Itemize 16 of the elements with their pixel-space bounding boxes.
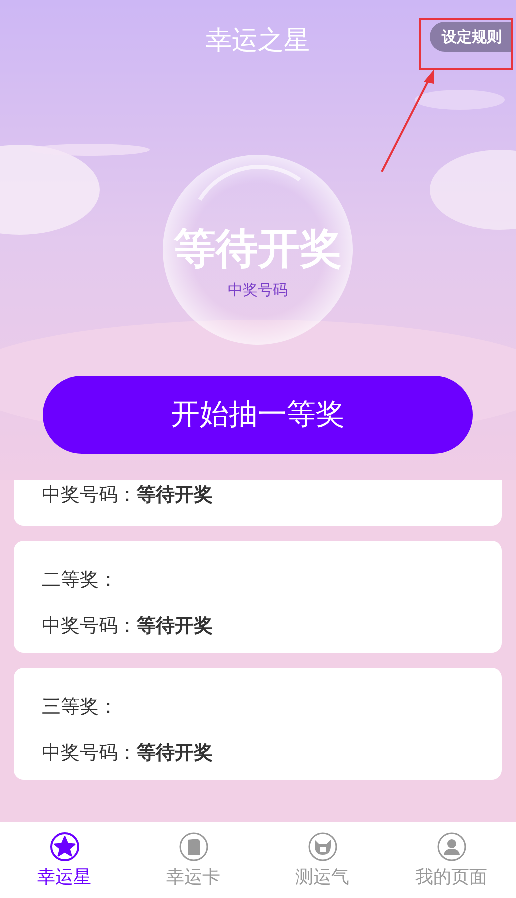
tab[interactable]: 我的页面 <box>387 822 516 898</box>
status-caption: 中奖号码 <box>228 281 288 300</box>
start-draw-button[interactable]: 开始抽一等奖 <box>43 376 473 454</box>
horned-face-icon <box>308 832 338 862</box>
tab[interactable]: 测运气 <box>258 822 387 898</box>
rules-button[interactable]: 设定规则 <box>430 22 512 52</box>
prize-label: 三等奖： <box>42 695 119 720</box>
prize-result: 中奖号码：等待开奖 <box>42 741 214 766</box>
prize-result: 中奖号码：等待开奖 <box>42 483 214 508</box>
page-title: 幸运之星 <box>206 24 310 58</box>
person-icon <box>436 832 466 862</box>
tab[interactable]: 幸运卡 <box>129 822 258 898</box>
card-icon <box>178 832 208 862</box>
prize-label: 二等奖： <box>42 568 119 593</box>
prize-result: 中奖号码：等待开奖 <box>42 614 214 639</box>
tab[interactable]: 幸运星 <box>0 822 129 898</box>
